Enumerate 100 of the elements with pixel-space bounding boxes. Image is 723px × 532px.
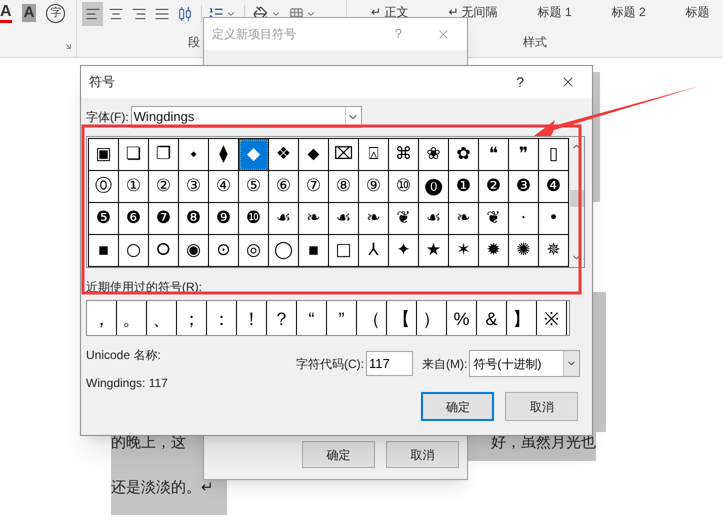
symbol-cell[interactable]: ✶ — [449, 235, 479, 267]
symbol-cell[interactable]: ☙ — [329, 203, 359, 235]
symbol-cell[interactable]: ☙ — [419, 203, 449, 235]
symbol-cell[interactable]: ❻ — [119, 203, 149, 235]
symbol-cell[interactable]: ⌘ — [389, 139, 419, 171]
recent-symbol-cell[interactable]: ” — [327, 301, 357, 335]
symbol-cell[interactable]: ❧ — [299, 203, 329, 235]
symbol-cell[interactable]: ☙ — [269, 203, 299, 235]
style-item[interactable]: ↵ 正文 — [371, 3, 408, 21]
alignment-icon — [84, 6, 100, 22]
recent-symbol-cell[interactable]: % — [447, 301, 477, 335]
symbol-cell[interactable]: ★ — [419, 235, 449, 267]
symbol-cell[interactable]: ❦ — [389, 203, 419, 235]
char-code-field[interactable]: 117 — [366, 351, 413, 376]
symbol-cell[interactable]: · — [509, 203, 539, 235]
symbol-cell[interactable]: ③ — [179, 171, 209, 203]
symbol-cell[interactable]: ⌧ — [329, 139, 359, 171]
symbol-cell[interactable]: ⓿ — [419, 171, 449, 203]
style-item[interactable]: ↵ 无间隔 — [448, 3, 498, 21]
symbol-cell[interactable]: ❾ — [209, 203, 239, 235]
dialog-button[interactable]: 取消 — [386, 441, 459, 468]
align-button[interactable] — [82, 2, 103, 26]
symbol-cell[interactable]: ❷ — [479, 171, 509, 203]
font-color-button[interactable]: A — [0, 4, 12, 23]
symbol-cell[interactable]: ✦ — [389, 235, 419, 267]
symbol-cell[interactable]: ◆ — [239, 139, 269, 171]
symbol-cell[interactable]: ⭘ — [149, 235, 179, 267]
symbol-cell[interactable]: ⑩ — [389, 171, 419, 203]
recent-symbol-cell[interactable]: ） — [417, 301, 447, 335]
symbol-cell[interactable]: ❧ — [449, 203, 479, 235]
symbol-cell[interactable]: ▪ — [89, 235, 119, 267]
symbol-cell[interactable]: ② — [149, 171, 179, 203]
enclose-character-button[interactable]: 字 — [46, 4, 66, 23]
symbol-cell[interactable]: ⊙ — [209, 235, 239, 267]
symbol-cell[interactable]: ◉ — [179, 235, 209, 267]
symbol-cell[interactable]: □ — [329, 235, 359, 267]
code-info: Wingdings: 117 — [86, 375, 169, 392]
recent-symbol-cell[interactable]: ， — [87, 301, 117, 335]
symbol-cell[interactable]: ✹ — [479, 235, 509, 267]
symbol-cell[interactable]: ❞ — [509, 139, 539, 171]
recent-symbol-cell[interactable]: 。 — [117, 301, 147, 335]
symbol-cell[interactable]: ❺ — [89, 203, 119, 235]
dialog-title: 符号 — [89, 73, 115, 92]
recent-symbol-cell[interactable]: ？ — [267, 301, 297, 335]
symbol-cell[interactable]: ⑦ — [299, 171, 329, 203]
symbol-cell[interactable]: ❦ — [479, 203, 509, 235]
dialog-button[interactable]: 确定 — [302, 441, 375, 468]
group-label: 样式 — [523, 34, 547, 51]
symbol-cell[interactable]: ✺ — [509, 235, 539, 267]
symbol-cell[interactable]: ❏ — [119, 139, 149, 171]
symbol-cell[interactable]: ⅄ — [359, 235, 389, 267]
symbol-cell[interactable]: ⓪ — [89, 171, 119, 203]
recent-symbol-cell[interactable]: 】 — [507, 301, 537, 335]
help-button[interactable]: ? — [516, 72, 524, 92]
symbol-cell[interactable]: ❽ — [179, 203, 209, 235]
recent-symbol-cell[interactable]: （ — [357, 301, 387, 335]
recent-symbol-cell[interactable]: ※ — [537, 301, 567, 335]
from-select[interactable]: 符号(十进制) — [469, 350, 580, 377]
dialog-title: 定义新项目符号 — [212, 26, 296, 43]
symbol-cell[interactable]: ⑨ — [359, 171, 389, 203]
symbol-cell[interactable]: ⑤ — [239, 171, 269, 203]
style-item[interactable]: 标题 — [686, 3, 710, 21]
recent-symbol-cell[interactable]: ！ — [237, 301, 267, 335]
font-label: 字体(F): — [86, 109, 129, 126]
recent-symbol-cell[interactable]: ； — [177, 301, 207, 335]
recent-symbol-cell[interactable]: ： — [207, 301, 237, 335]
recent-symbol-cell[interactable]: “ — [297, 301, 327, 335]
dialog-launcher-icon[interactable] — [64, 42, 73, 51]
symbol-cell[interactable]: ❐ — [149, 139, 179, 171]
symbol-cell[interactable]: ❶ — [449, 171, 479, 203]
symbol-cell[interactable]: ❼ — [149, 203, 179, 235]
symbol-cell[interactable]: ❖ — [269, 139, 299, 171]
alignment-icon — [108, 6, 124, 22]
text-shading-button[interactable]: A — [22, 4, 36, 22]
symbol-cell[interactable]: ⑥ — [269, 171, 299, 203]
symbol-cell[interactable]: ❸ — [509, 171, 539, 203]
symbol-cell[interactable]: ⑧ — [329, 171, 359, 203]
style-item[interactable]: 标题 1 — [538, 3, 572, 21]
symbol-cell[interactable]: ⬩ — [179, 139, 209, 171]
symbol-cell[interactable]: ① — [119, 171, 149, 203]
symbol-cell[interactable]: ◎ — [239, 235, 269, 267]
symbol-cell[interactable]: ✿ — [449, 139, 479, 171]
dialog-button[interactable]: 取消 — [505, 392, 578, 421]
symbol-cell[interactable]: ◯ — [269, 235, 299, 267]
recent-symbol-cell[interactable]: 、 — [147, 301, 177, 335]
symbol-cell[interactable]: ❝ — [479, 139, 509, 171]
symbol-cell[interactable]: ④ — [209, 171, 239, 203]
symbol-cell[interactable]: ❀ — [419, 139, 449, 171]
symbol-cell[interactable]: ▪ — [299, 235, 329, 267]
symbol-cell[interactable]: ▣ — [89, 139, 119, 171]
symbol-cell[interactable]: ❧ — [359, 203, 389, 235]
symbol-cell[interactable]: ○ — [119, 235, 149, 267]
recent-symbol-cell[interactable]: & — [477, 301, 507, 335]
symbol-cell[interactable]: ⍓ — [359, 139, 389, 171]
symbol-cell[interactable]: ⬥ — [299, 139, 329, 171]
dialog-button[interactable]: 确定 — [421, 392, 494, 421]
recent-symbol-cell[interactable]: 【 — [387, 301, 417, 335]
style-item[interactable]: 标题 2 — [612, 3, 646, 21]
char-code-label: 字符代码(C): — [296, 356, 364, 372]
symbol-cell[interactable]: ❿ — [239, 203, 269, 235]
